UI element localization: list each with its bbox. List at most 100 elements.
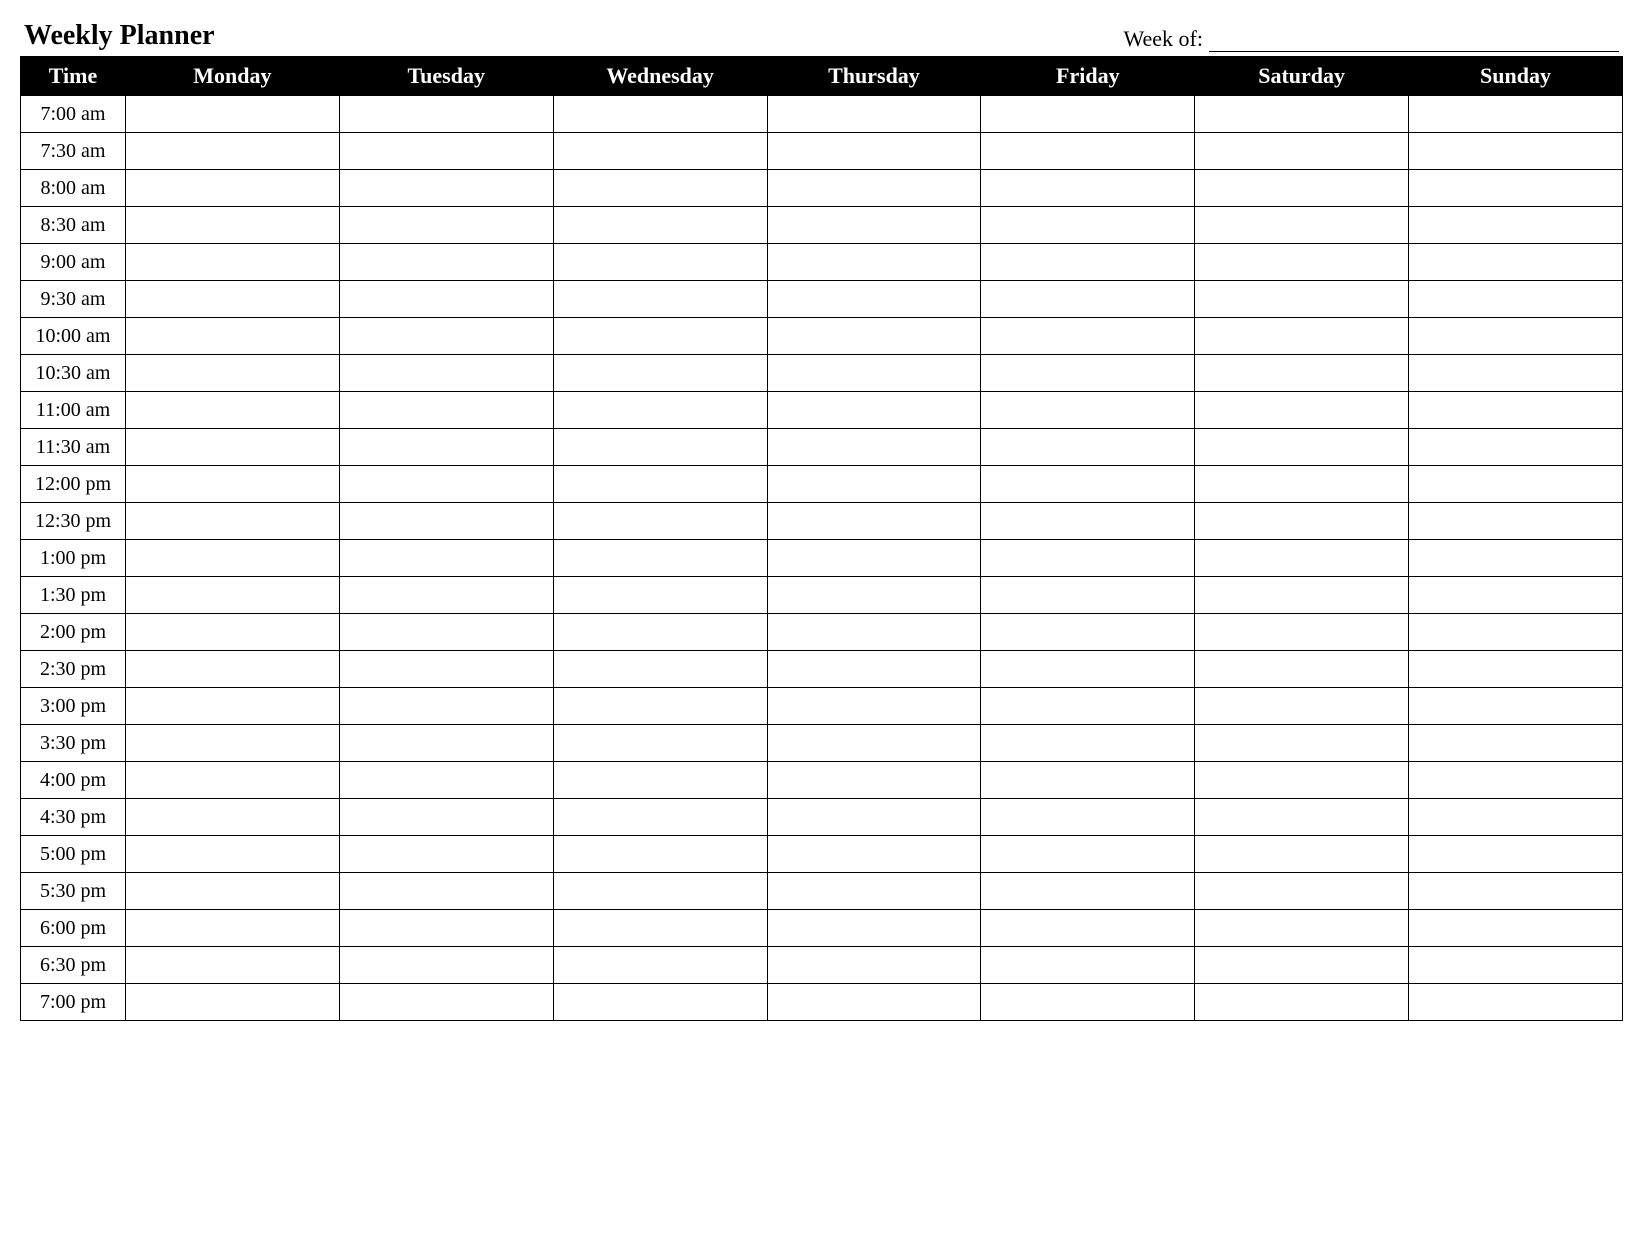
slot-cell[interactable] [339, 762, 553, 799]
slot-cell[interactable] [767, 799, 981, 836]
slot-cell[interactable] [126, 799, 340, 836]
slot-cell[interactable] [981, 96, 1195, 133]
slot-cell[interactable] [767, 688, 981, 725]
slot-cell[interactable] [1195, 910, 1409, 947]
slot-cell[interactable] [1409, 96, 1623, 133]
slot-cell[interactable] [981, 799, 1195, 836]
slot-cell[interactable] [767, 503, 981, 540]
slot-cell[interactable] [126, 244, 340, 281]
slot-cell[interactable] [1409, 910, 1623, 947]
slot-cell[interactable] [339, 355, 553, 392]
slot-cell[interactable] [767, 392, 981, 429]
slot-cell[interactable] [126, 836, 340, 873]
slot-cell[interactable] [126, 614, 340, 651]
slot-cell[interactable] [126, 429, 340, 466]
slot-cell[interactable] [1195, 762, 1409, 799]
slot-cell[interactable] [339, 799, 553, 836]
slot-cell[interactable] [339, 947, 553, 984]
slot-cell[interactable] [1195, 836, 1409, 873]
slot-cell[interactable] [981, 540, 1195, 577]
slot-cell[interactable] [553, 466, 767, 503]
slot-cell[interactable] [553, 984, 767, 1021]
slot-cell[interactable] [553, 429, 767, 466]
slot-cell[interactable] [1409, 170, 1623, 207]
slot-cell[interactable] [767, 762, 981, 799]
slot-cell[interactable] [553, 318, 767, 355]
slot-cell[interactable] [339, 540, 553, 577]
slot-cell[interactable] [339, 910, 553, 947]
slot-cell[interactable] [981, 910, 1195, 947]
slot-cell[interactable] [981, 688, 1195, 725]
slot-cell[interactable] [981, 762, 1195, 799]
slot-cell[interactable] [767, 836, 981, 873]
slot-cell[interactable] [339, 466, 553, 503]
slot-cell[interactable] [339, 836, 553, 873]
slot-cell[interactable] [767, 96, 981, 133]
slot-cell[interactable] [126, 96, 340, 133]
slot-cell[interactable] [1409, 429, 1623, 466]
slot-cell[interactable] [126, 540, 340, 577]
slot-cell[interactable] [1195, 873, 1409, 910]
slot-cell[interactable] [339, 96, 553, 133]
slot-cell[interactable] [1409, 947, 1623, 984]
slot-cell[interactable] [1409, 614, 1623, 651]
slot-cell[interactable] [1409, 873, 1623, 910]
slot-cell[interactable] [981, 318, 1195, 355]
slot-cell[interactable] [1409, 355, 1623, 392]
slot-cell[interactable] [1409, 577, 1623, 614]
slot-cell[interactable] [1409, 725, 1623, 762]
slot-cell[interactable] [1195, 429, 1409, 466]
slot-cell[interactable] [126, 910, 340, 947]
slot-cell[interactable] [126, 281, 340, 318]
slot-cell[interactable] [553, 873, 767, 910]
slot-cell[interactable] [553, 281, 767, 318]
slot-cell[interactable] [1409, 799, 1623, 836]
slot-cell[interactable] [1195, 170, 1409, 207]
slot-cell[interactable] [1409, 503, 1623, 540]
slot-cell[interactable] [126, 392, 340, 429]
slot-cell[interactable] [339, 725, 553, 762]
slot-cell[interactable] [981, 947, 1195, 984]
slot-cell[interactable] [553, 355, 767, 392]
slot-cell[interactable] [981, 651, 1195, 688]
slot-cell[interactable] [767, 355, 981, 392]
slot-cell[interactable] [553, 392, 767, 429]
slot-cell[interactable] [339, 170, 553, 207]
slot-cell[interactable] [1195, 947, 1409, 984]
slot-cell[interactable] [553, 540, 767, 577]
slot-cell[interactable] [553, 614, 767, 651]
slot-cell[interactable] [1195, 244, 1409, 281]
slot-cell[interactable] [767, 207, 981, 244]
slot-cell[interactable] [767, 947, 981, 984]
slot-cell[interactable] [553, 651, 767, 688]
slot-cell[interactable] [1195, 651, 1409, 688]
slot-cell[interactable] [1195, 540, 1409, 577]
slot-cell[interactable] [1195, 466, 1409, 503]
slot-cell[interactable] [1409, 281, 1623, 318]
slot-cell[interactable] [126, 873, 340, 910]
slot-cell[interactable] [1195, 503, 1409, 540]
slot-cell[interactable] [339, 318, 553, 355]
slot-cell[interactable] [553, 799, 767, 836]
slot-cell[interactable] [339, 688, 553, 725]
slot-cell[interactable] [981, 577, 1195, 614]
slot-cell[interactable] [767, 429, 981, 466]
slot-cell[interactable] [553, 207, 767, 244]
slot-cell[interactable] [767, 244, 981, 281]
slot-cell[interactable] [1195, 96, 1409, 133]
slot-cell[interactable] [339, 244, 553, 281]
slot-cell[interactable] [767, 540, 981, 577]
slot-cell[interactable] [1195, 318, 1409, 355]
slot-cell[interactable] [126, 762, 340, 799]
slot-cell[interactable] [1409, 133, 1623, 170]
slot-cell[interactable] [126, 318, 340, 355]
slot-cell[interactable] [767, 318, 981, 355]
slot-cell[interactable] [126, 947, 340, 984]
slot-cell[interactable] [1195, 392, 1409, 429]
slot-cell[interactable] [1409, 244, 1623, 281]
slot-cell[interactable] [981, 614, 1195, 651]
slot-cell[interactable] [1409, 688, 1623, 725]
slot-cell[interactable] [126, 207, 340, 244]
slot-cell[interactable] [981, 133, 1195, 170]
slot-cell[interactable] [553, 762, 767, 799]
